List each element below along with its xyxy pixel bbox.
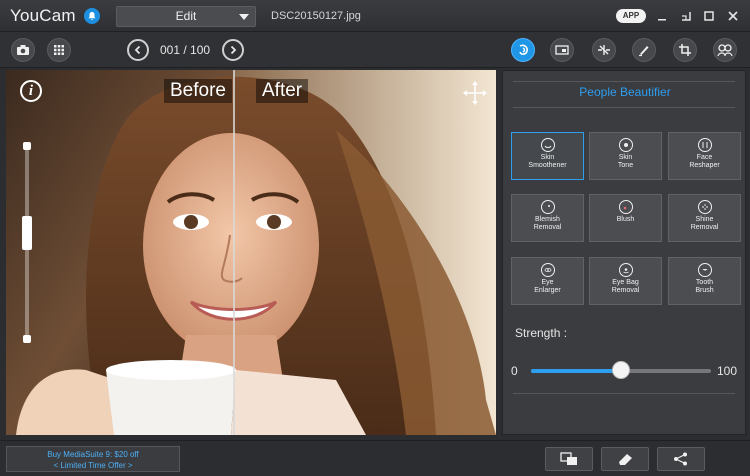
skin-tone-button[interactable]: Skin Tone (589, 132, 662, 180)
face-reshape-icon (697, 138, 712, 152)
tooth-brush-button[interactable]: Tooth Brush (668, 257, 741, 305)
eye-enlarge-icon (540, 263, 555, 277)
face-reshaper-button[interactable]: Face Reshaper (668, 132, 741, 180)
app-button[interactable]: APP (616, 9, 646, 23)
shine-removal-button[interactable]: Shine Removal (668, 194, 741, 242)
face-smooth-icon (540, 138, 555, 152)
eraser-icon (619, 454, 632, 465)
close-icon[interactable] (725, 8, 741, 24)
maximize-icon[interactable] (701, 8, 717, 24)
zoom-in-icon[interactable] (23, 142, 31, 150)
feature-label: Face Reshaper (689, 154, 720, 169)
feature-label: Skin Tone (617, 154, 634, 169)
blemish-removal-button[interactable]: Blemish Removal (511, 194, 584, 242)
divider (513, 81, 735, 82)
panel-title: People Beautifier (579, 85, 671, 99)
info-icon[interactable]: i (20, 80, 42, 102)
mode-dropdown-value: Edit (175, 9, 197, 23)
feature-label: Blush (616, 216, 635, 223)
divider (513, 107, 735, 108)
feature-label: Tooth Brush (695, 279, 714, 294)
face-swap-icon[interactable] (713, 38, 737, 62)
chevron-right-icon (230, 45, 237, 55)
strength-slider-fill (531, 369, 621, 373)
blush-button[interactable]: Blush (589, 194, 662, 242)
strength-label: Strength : (515, 326, 568, 340)
zoom-slider-thumb[interactable] (22, 216, 32, 250)
promo-offer-link[interactable]: < Limited Time Offer > (54, 461, 133, 470)
eye-bag-removal-button[interactable]: Eye Bag Removal (589, 257, 662, 305)
divider (513, 393, 735, 394)
app-name: YouCam (10, 6, 76, 25)
chevron-left-icon (134, 45, 141, 55)
feature-label: Blemish Removal (533, 216, 562, 231)
skin-smoothener-button[interactable]: Skin Smoothener (511, 132, 584, 180)
face-tone-icon (618, 138, 633, 152)
brush-icon[interactable] (632, 38, 656, 62)
people-beautifier-icon[interactable] (511, 38, 535, 62)
strength-slider-thumb[interactable] (612, 361, 630, 379)
eye-enlarger-button[interactable]: Eye Enlarger (511, 257, 584, 305)
move-icon[interactable] (462, 80, 488, 106)
previous-photo-button[interactable] (127, 39, 149, 61)
strength-max: 100 (717, 364, 738, 378)
grid-view-icon[interactable] (47, 38, 71, 62)
after-label: After (256, 79, 309, 103)
frame-icon[interactable] (550, 38, 574, 62)
feature-label: Eye Bag Removal (611, 279, 640, 294)
photo-counter: 001 / 100 (160, 43, 211, 57)
blemish-icon (540, 200, 555, 214)
portrait-photo (6, 70, 496, 435)
strength-min: 0 (511, 364, 518, 378)
beautifier-panel: People Beautifier Skin Smoothener Skin Ton… (502, 70, 746, 435)
next-photo-button[interactable] (222, 39, 244, 61)
shine-icon (697, 200, 712, 214)
promo-banner[interactable]: Buy MediaSuite 9: $20 off < Limited Time… (6, 446, 180, 472)
chevron-down-icon (239, 14, 249, 20)
feature-label: Skin Smoothener (528, 154, 567, 169)
compare-icon (560, 452, 577, 465)
eye-bag-icon (618, 263, 633, 277)
photo-canvas[interactable]: i Before After (6, 70, 496, 435)
restore-icon[interactable] (678, 8, 694, 24)
compare-button[interactable] (545, 447, 593, 471)
blush-icon (618, 200, 633, 214)
zoom-out-icon[interactable] (23, 335, 31, 343)
feature-label: Shine Removal (690, 216, 719, 231)
tooth-icon (697, 263, 712, 277)
before-label: Before (164, 79, 232, 103)
title-bar: YouCam Edit DSC20150127.jpg APP (0, 0, 750, 32)
eraser-button[interactable] (601, 447, 649, 471)
minimize-icon[interactable] (654, 8, 670, 24)
share-icon (674, 452, 687, 466)
file-name: DSC20150127.jpg (271, 10, 361, 22)
mode-dropdown[interactable]: Edit (116, 6, 256, 27)
bell-icon[interactable] (84, 8, 100, 24)
crop-icon[interactable] (673, 38, 697, 62)
promo-text: Buy MediaSuite 9: $20 off (47, 450, 139, 459)
bottom-bar: Buy MediaSuite 9: $20 off < Limited Time… (0, 440, 750, 476)
feature-label: Eye Enlarger (534, 279, 561, 294)
camera-icon[interactable] (11, 38, 35, 62)
share-button[interactable] (657, 447, 705, 471)
effects-icon[interactable] (592, 38, 616, 62)
